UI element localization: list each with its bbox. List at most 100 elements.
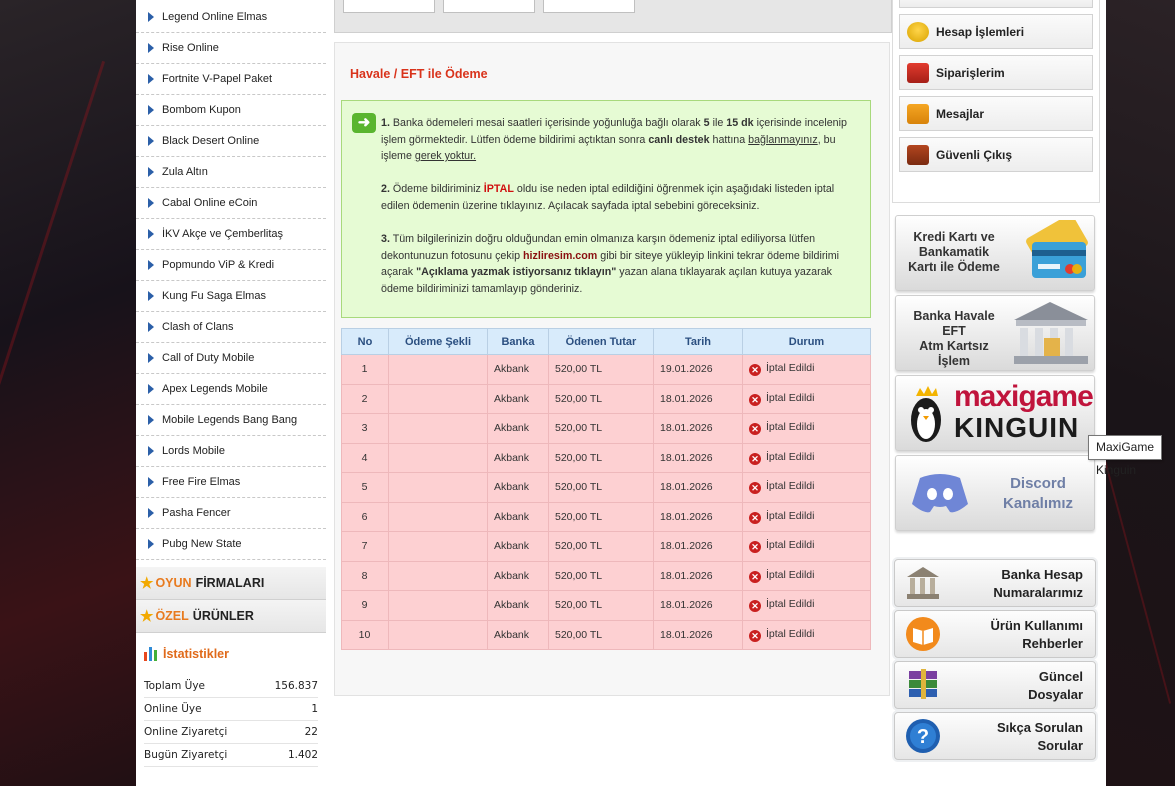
cell-status[interactable]: ✕ İptal Edildi — [742, 354, 871, 385]
game-link[interactable]: Lords Mobile — [136, 436, 326, 467]
cell-bank: Akbank — [487, 442, 549, 473]
maxigame-kinguin-banner[interactable]: maxigame KINGUIN — [895, 375, 1095, 451]
table-row[interactable]: 10 Akbank 520,00 TL 18.01.2026 ✕ İptal Edildi — [341, 619, 871, 650]
cell-amount: 520,00 TL — [548, 531, 654, 562]
info-link[interactable]: Banka Hesap Numaralarımız — [894, 559, 1096, 607]
menu-item[interactable]: Hesap İşlemleri — [899, 14, 1093, 49]
cancel-icon: ✕ — [749, 570, 761, 583]
cell-status[interactable]: ✕ İptal Edildi — [742, 442, 871, 473]
game-link[interactable]: Free Fire Elmas — [136, 467, 326, 498]
cell-no: 6 — [341, 501, 389, 532]
penguin-icon — [911, 386, 941, 442]
cell-amount: 520,00 TL — [548, 619, 654, 650]
mail-icon — [907, 103, 929, 124]
cell-method — [388, 354, 488, 385]
cancel-icon: ✕ — [749, 600, 761, 613]
arrow-right-icon — [148, 508, 154, 518]
discord-icon — [912, 474, 968, 513]
table-row[interactable]: 4 Akbank 520,00 TL 18.01.2026 ✕ İptal Edildi — [341, 442, 871, 473]
col-status: Durum — [742, 328, 871, 355]
table-row[interactable]: 7 Akbank 520,00 TL 18.01.2026 ✕ İptal Edildi — [341, 531, 871, 562]
cell-no: 2 — [341, 383, 389, 414]
game-link[interactable]: Kung Fu Saga Elmas — [136, 281, 326, 312]
table-row[interactable]: 5 Akbank 520,00 TL 18.01.2026 ✕ İptal Edildi — [341, 472, 871, 503]
arrow-right-icon — [148, 291, 154, 301]
cell-date: 18.01.2026 — [653, 531, 743, 562]
cell-status[interactable]: ✕ İptal Edildi — [742, 560, 871, 591]
arrow-right-icon — [148, 260, 154, 270]
cell-no: 8 — [341, 560, 389, 591]
cell-status[interactable]: ✕ İptal Edildi — [742, 383, 871, 414]
info-link[interactable]: ? Sıkça Sorulan Sorular — [894, 712, 1096, 760]
cell-status[interactable]: ✕ İptal Edildi — [742, 619, 871, 650]
arrow-right-icon — [148, 539, 154, 549]
menu-item[interactable]: Güvenli Çıkış — [899, 137, 1093, 172]
info-box: ➜ 1. Banka ödemeleri mesai saatleri içer… — [341, 100, 871, 318]
cell-date: 18.01.2026 — [653, 472, 743, 503]
discord-banner[interactable]: Discord Kanalımız — [895, 455, 1095, 531]
category-ozel-urunler[interactable]: ★ ÖZEL ÜRÜNLER — [136, 600, 326, 633]
cancel-icon: ✕ — [749, 452, 761, 465]
arrow-right-icon — [148, 477, 154, 487]
game-link[interactable]: Call of Duty Mobile — [136, 343, 326, 374]
cell-method — [388, 560, 488, 591]
credit-card-banner[interactable]: Kredi Kartı ve Bankamatik Kartı ile Ödem… — [895, 215, 1095, 291]
cancel-icon: ✕ — [749, 364, 761, 377]
cell-status[interactable]: ✕ İptal Edildi — [742, 590, 871, 621]
cell-bank: Akbank — [487, 472, 549, 503]
game-link[interactable]: Fortnite V-Papel Paket — [136, 64, 326, 95]
background-right — [1106, 0, 1175, 786]
category-oyun-firmalari[interactable]: ★ OYUN FİRMALARI — [136, 567, 326, 600]
game-link[interactable]: Apex Legends Mobile — [136, 374, 326, 405]
table-row[interactable]: 9 Akbank 520,00 TL 18.01.2026 ✕ İptal Edildi — [341, 590, 871, 621]
cancel-icon: ✕ — [749, 511, 761, 524]
game-link[interactable]: Clash of Clans — [136, 312, 326, 343]
category-accent: ÖZEL — [155, 609, 189, 623]
table-row[interactable]: 1 Akbank 520,00 TL 19.01.2026 ✕ İptal Edildi — [341, 354, 871, 385]
info-link[interactable]: Güncel Dosyalar — [894, 661, 1096, 709]
menu-item[interactable]: Mesajlar — [899, 96, 1093, 131]
category-accent: OYUN — [155, 576, 192, 590]
cell-status[interactable]: ✕ İptal Edildi — [742, 531, 871, 562]
cell-status[interactable]: ✕ İptal Edildi — [742, 501, 871, 532]
game-link[interactable]: Mobile Legends Bang Bang — [136, 405, 326, 436]
info-paragraph-2: 2. Ödeme bildiriminiz İPTAL oldu ise ned… — [381, 183, 835, 212]
cancel-icon: ✕ — [749, 629, 761, 642]
top-box[interactable] — [543, 0, 635, 13]
game-link[interactable]: Rise Online — [136, 33, 326, 64]
game-link[interactable]: Bombom Kupon — [136, 95, 326, 126]
bank-transfer-banner[interactable]: Banka Havale EFT Atm Kartsız İşlem — [895, 295, 1095, 371]
table-row[interactable]: 3 Akbank 520,00 TL 18.01.2026 ✕ İptal Edildi — [341, 413, 871, 444]
col-no: No — [341, 328, 389, 355]
cell-bank: Akbank — [487, 619, 549, 650]
menu-item[interactable]: Siparişlerim — [899, 55, 1093, 90]
top-box[interactable] — [343, 0, 435, 13]
top-box[interactable] — [443, 0, 535, 13]
table-row[interactable]: 6 Akbank 520,00 TL 18.01.2026 ✕ İptal Edildi — [341, 501, 871, 532]
question-icon: ? — [903, 718, 943, 758]
stat-row: Online Ziyaretçi 22 — [144, 721, 318, 744]
star-icon: ★ — [140, 608, 154, 625]
info-link[interactable]: Ürün Kullanımı Rehberler — [894, 610, 1096, 658]
cell-status[interactable]: ✕ İptal Edildi — [742, 413, 871, 444]
game-link[interactable]: Pubg New State — [136, 529, 326, 560]
game-link[interactable]: Cabal Online eCoin — [136, 188, 326, 219]
table-row[interactable]: 8 Akbank 520,00 TL 18.01.2026 ✕ İptal Edildi — [341, 560, 871, 591]
exit-icon — [907, 144, 929, 165]
banner-text: Kredi Kartı ve Bankamatik Kartı ile Ödem… — [908, 230, 1000, 274]
game-link[interactable]: Black Desert Online — [136, 126, 326, 157]
stat-label: Toplam Üye — [144, 680, 205, 692]
table-header-row: No Ödeme Şekli Banka Ödenen Tutar Tarih … — [341, 328, 871, 355]
game-link[interactable]: Zula Altın — [136, 157, 326, 188]
table-row[interactable]: 2 Akbank 520,00 TL 18.01.2026 ✕ İptal Edildi — [341, 383, 871, 414]
arrow-right-icon — [148, 43, 154, 53]
cell-date: 18.01.2026 — [653, 442, 743, 473]
cell-status[interactable]: ✕ İptal Edildi — [742, 472, 871, 503]
background-left — [0, 0, 136, 786]
coins-icon — [907, 21, 929, 42]
game-link[interactable]: İKV Akçe ve Çemberlitaş — [136, 219, 326, 250]
menu-item-partial[interactable] — [899, 0, 1093, 8]
game-link[interactable]: Legend Online Elmas — [136, 2, 326, 33]
game-link[interactable]: Popmundo ViP & Kredi — [136, 250, 326, 281]
game-link[interactable]: Pasha Fencer — [136, 498, 326, 529]
